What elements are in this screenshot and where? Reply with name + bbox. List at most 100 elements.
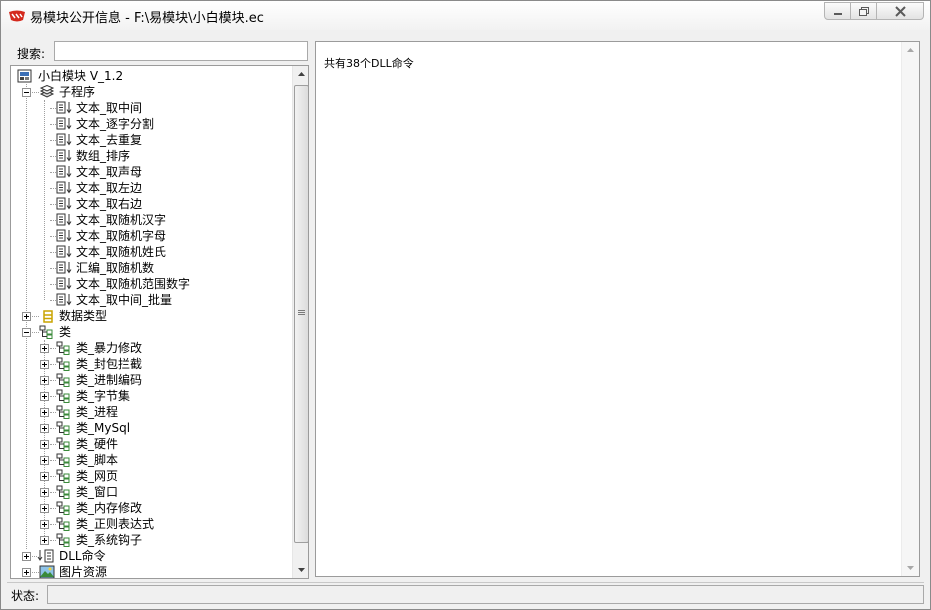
search-label: 搜索: <box>17 47 46 61</box>
expand-toggle[interactable] <box>40 472 49 481</box>
expand-toggle[interactable] <box>22 312 31 321</box>
module-tree[interactable]: 小白模块 V_1.2 子程序 文本_取中间 文本_逐字分割 文本_去重复 数组_排序文… <box>10 65 309 579</box>
tree-line <box>32 332 39 333</box>
minimize-icon <box>834 13 842 15</box>
tree-item-class[interactable]: 类_硬件 <box>39 436 287 452</box>
expand-toggle[interactable] <box>40 376 49 385</box>
class-icon <box>56 453 70 467</box>
search-input[interactable] <box>54 41 308 61</box>
class-icon <box>39 325 53 339</box>
tree-item-class[interactable]: 类_内存修改 <box>39 500 287 516</box>
tree-item-label: 类_封包拦截 <box>76 357 143 371</box>
module-icon <box>17 69 32 83</box>
tree-item-class[interactable]: 类_网页 <box>39 468 287 484</box>
tree-item-subprogram[interactable]: 数组_排序 <box>50 148 286 164</box>
tree-item-class[interactable]: 类_封包拦截 <box>39 356 287 372</box>
tree-item-subprogram[interactable]: 文本_取随机汉字 <box>50 212 286 228</box>
tree-item-subprogram[interactable]: 文本_取中间_批量 <box>50 292 286 308</box>
close-icon <box>895 6 906 17</box>
tree-node-subprograms[interactable]: 子程序 <box>17 84 287 100</box>
tree-item-subprogram[interactable]: 文本_取中间 <box>50 100 286 116</box>
tree-item-subprogram[interactable]: 文本_取右边 <box>50 196 286 212</box>
tree-item-subprogram[interactable]: 文本_逐字分割 <box>50 116 286 132</box>
window-title: 易模块公开信息 - F:\易模块\小白模块.ec <box>30 11 264 26</box>
tree-item-class[interactable]: 类_正则表达式 <box>39 516 287 532</box>
tree-item-subprogram[interactable]: 文本_取左边 <box>50 180 286 196</box>
status-field <box>47 585 924 604</box>
tree-node-dll[interactable]: DLL命令 <box>17 548 287 564</box>
tree-item-class[interactable]: 类_字节集 <box>39 388 287 404</box>
tree-item-label: 类_硬件 <box>76 437 119 451</box>
tree-item-class[interactable]: 类_脚本 <box>39 452 287 468</box>
tree-item-label: 类_脚本 <box>76 453 119 467</box>
content-scrollbar[interactable] <box>901 42 919 576</box>
scroll-up-icon[interactable] <box>293 66 309 83</box>
tree-node-datatypes[interactable]: 数据类型 <box>17 308 287 324</box>
collapse-toggle[interactable] <box>22 88 31 97</box>
tree-item-class[interactable]: 类_进程 <box>39 404 287 420</box>
tree-node-label: 子程序 <box>59 85 96 99</box>
expand-toggle[interactable] <box>40 456 49 465</box>
expand-toggle[interactable] <box>22 568 31 577</box>
tree-item-subprogram[interactable]: 文本_取随机姓氏 <box>50 244 286 260</box>
tree-item-label: 类_进制编码 <box>76 373 143 387</box>
tree-item-label: 类_网页 <box>76 469 119 483</box>
scroll-down-icon[interactable] <box>293 561 309 578</box>
expand-toggle[interactable] <box>40 520 49 529</box>
tree-item-class[interactable]: 类_系统钩子 <box>39 532 287 548</box>
expand-toggle[interactable] <box>40 360 49 369</box>
expand-toggle[interactable] <box>22 552 31 561</box>
content-summary: 共有38个DLL命令 <box>324 57 414 70</box>
tree-item-label: 文本_取声母 <box>76 165 143 179</box>
close-button[interactable] <box>876 2 924 20</box>
expand-toggle[interactable] <box>40 488 49 497</box>
tree-item-label: 类_MySql <box>76 421 131 435</box>
tree-scroll-thumb[interactable] <box>294 85 308 543</box>
content-panel[interactable]: 共有38个DLL命令 <box>315 41 920 577</box>
tree-node-images[interactable]: 图片资源 <box>17 564 287 578</box>
title-bar[interactable]: 易模块公开信息 - F:\易模块\小白模块.ec <box>1 1 930 30</box>
tree-line <box>32 316 39 317</box>
tree-item-label: 类_字节集 <box>76 389 131 403</box>
expand-toggle[interactable] <box>40 440 49 449</box>
tree-item-label: 类_进程 <box>76 405 119 419</box>
tree-item-class[interactable]: 类_暴力修改 <box>39 340 287 356</box>
tree-root[interactable]: 小白模块 V_1.2 <box>17 68 287 84</box>
expand-toggle[interactable] <box>40 344 49 353</box>
subprogram-icon <box>56 133 72 146</box>
tree-item-subprogram[interactable]: 汇编_取随机数 <box>50 260 286 276</box>
scroll-down-icon[interactable] <box>902 559 919 576</box>
status-label: 状态: <box>11 589 40 603</box>
app-logo-icon <box>9 10 25 22</box>
subprogram-icon <box>56 293 72 306</box>
subprogram-icon <box>56 181 72 194</box>
minimize-button[interactable] <box>824 2 851 20</box>
scroll-up-icon[interactable] <box>902 42 919 59</box>
tree-item-subprogram[interactable]: 文本_去重复 <box>50 132 286 148</box>
tree-item-label: 文本_取左边 <box>76 181 143 195</box>
tree-node-classes[interactable]: 类 <box>17 324 287 340</box>
expand-toggle[interactable] <box>40 424 49 433</box>
collapse-toggle[interactable] <box>22 328 31 337</box>
subprogram-icon <box>56 165 72 178</box>
expand-toggle[interactable] <box>40 392 49 401</box>
class-icon <box>56 421 70 435</box>
expand-toggle[interactable] <box>40 536 49 545</box>
tree-item-class[interactable]: 类_进制编码 <box>39 372 287 388</box>
class-icon <box>56 437 70 451</box>
tree-node-label: DLL命令 <box>59 549 106 563</box>
expand-toggle[interactable] <box>40 504 49 513</box>
tree-item-class[interactable]: 类_MySql <box>39 420 287 436</box>
tree-item-class[interactable]: 类_窗口 <box>39 484 287 500</box>
tree-item-subprogram[interactable]: 文本_取随机字母 <box>50 228 286 244</box>
expand-toggle[interactable] <box>40 408 49 417</box>
tree-item-subprogram[interactable]: 文本_取声母 <box>50 164 286 180</box>
dll-icon <box>37 549 54 563</box>
restore-icon <box>859 7 869 16</box>
subprogram-icon <box>56 261 72 274</box>
restore-button[interactable] <box>850 2 877 20</box>
tree-item-label: 文本_逐字分割 <box>76 117 155 131</box>
tree-item-subprogram[interactable]: 文本_取随机范围数字 <box>50 276 286 292</box>
subprogram-icon <box>56 245 72 258</box>
tree-scrollbar[interactable] <box>292 66 309 578</box>
